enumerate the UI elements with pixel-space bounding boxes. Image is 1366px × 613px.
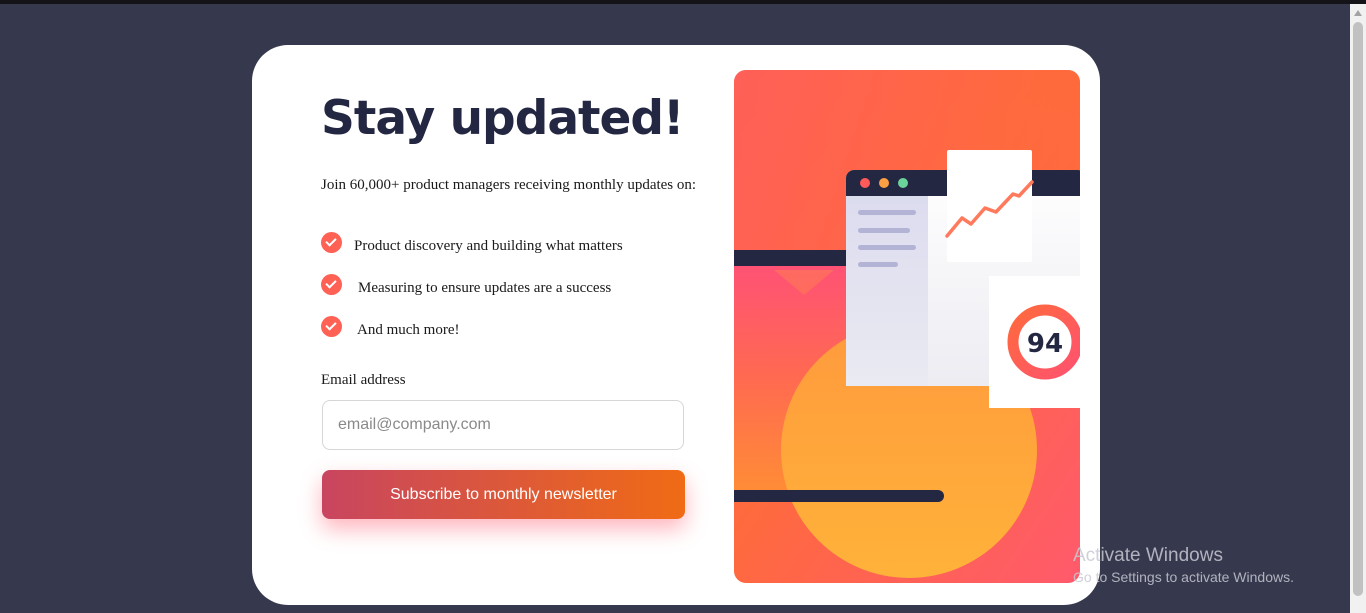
watermark-subtitle: Go to Settings to activate Windows. [1073, 569, 1294, 585]
subscribe-button[interactable]: Subscribe to monthly newsletter [322, 470, 685, 519]
dashboard-illustration: 94 [734, 70, 1080, 583]
activate-windows-watermark: Activate Windows Go to Settings to activ… [1073, 545, 1294, 585]
email-label: Email address [321, 372, 406, 388]
check-circle-icon [321, 273, 342, 295]
scroll-up-arrow-icon[interactable] [1354, 10, 1362, 16]
newsletter-card: Stay updated! Join 60,000+ product manag… [252, 45, 1100, 605]
feature-text: Product discovery and building what matt… [354, 238, 623, 254]
watermark-title: Activate Windows [1073, 545, 1223, 566]
scrollbar-thumb[interactable] [1353, 22, 1363, 596]
page-title: Stay updated! [321, 91, 684, 146]
check-circle-icon [321, 231, 342, 253]
check-circle-icon [321, 315, 342, 337]
feature-text: And much more! [357, 322, 460, 338]
feature-item: Measuring to ensure updates are a succes… [321, 271, 611, 297]
feature-text: Measuring to ensure updates are a succes… [358, 280, 612, 296]
feature-item: Product discovery and building what matt… [321, 229, 623, 255]
score-value: 94 [1027, 329, 1063, 359]
email-input[interactable] [322, 400, 684, 450]
intro-text: Join 60,000+ product managers receiving … [321, 177, 697, 193]
vertical-scrollbar[interactable] [1350, 4, 1366, 613]
top-border [0, 0, 1366, 4]
feature-item: And much more! [321, 313, 459, 339]
